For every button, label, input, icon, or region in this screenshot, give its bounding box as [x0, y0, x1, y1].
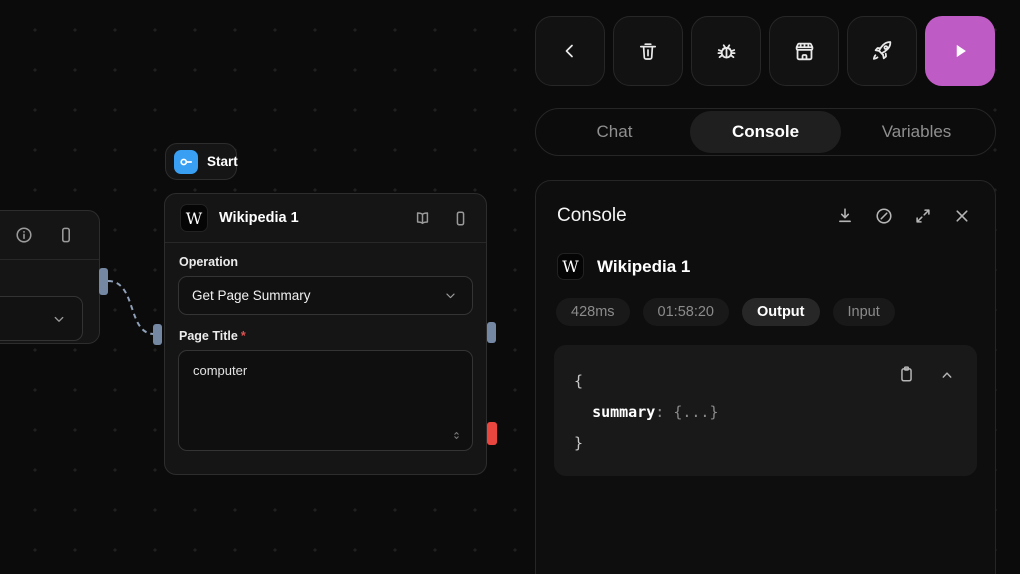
required-asterisk: *: [240, 329, 246, 343]
wikipedia-node[interactable]: W Wikipedia 1 Operation Get Page Summary…: [164, 193, 487, 475]
chevron-down-icon: [442, 287, 459, 304]
page-title-field: computer: [178, 350, 473, 451]
marketplace-button[interactable]: [769, 16, 839, 86]
close-icon[interactable]: [951, 205, 973, 227]
json-close-brace: }: [574, 434, 584, 452]
expand-icon[interactable]: [912, 205, 934, 227]
console-node-name: Wikipedia 1: [597, 256, 691, 276]
device-icon[interactable]: [55, 224, 77, 246]
tab-console[interactable]: Console: [690, 111, 841, 153]
page-title-input[interactable]: computer: [179, 351, 472, 450]
operation-select[interactable]: Get Page Summary: [178, 276, 473, 315]
duration-badge: 428ms: [556, 298, 630, 326]
timestamp-badge: 01:58:20: [642, 298, 729, 326]
console-panel: Console W Wikipedia 1 428ms 01:58:20 Out…: [535, 180, 996, 574]
copy-icon[interactable]: [896, 364, 917, 385]
chevron-down-icon: [50, 310, 68, 328]
delete-button[interactable]: [613, 16, 683, 86]
console-title: Console: [557, 205, 627, 226]
tab-variables[interactable]: Variables: [841, 111, 992, 153]
back-button[interactable]: [535, 16, 605, 86]
type-toggle-icon[interactable]: [449, 428, 464, 443]
page-title-label: Page Title *: [179, 329, 246, 343]
output-json-viewer: { summary: {...} }: [554, 345, 977, 476]
console-node-row: W Wikipedia 1: [536, 227, 995, 280]
output-handle-partial-node[interactable]: [99, 268, 108, 295]
tab-chat[interactable]: Chat: [539, 111, 690, 153]
debug-button[interactable]: [691, 16, 761, 86]
partial-node-header: [0, 211, 99, 260]
deploy-rocket-button[interactable]: [847, 16, 917, 86]
clear-icon[interactable]: [873, 205, 895, 227]
run-button[interactable]: [925, 16, 995, 86]
json-summary-row[interactable]: summary: {...}: [574, 397, 977, 428]
wikipedia-node-title: Wikipedia 1: [219, 210, 299, 226]
collapse-icon[interactable]: [937, 365, 957, 385]
partial-node[interactable]: [0, 210, 100, 344]
console-badges: 428ms 01:58:20 Output Input: [536, 280, 995, 326]
operation-select-value: Get Page Summary: [192, 288, 311, 303]
book-open-icon[interactable]: [412, 208, 433, 229]
trigger-key-icon: [174, 149, 198, 174]
input-handle-wikipedia[interactable]: [153, 324, 162, 345]
panel-tabs: Chat Console Variables: [535, 108, 996, 156]
operation-label: Operation: [179, 255, 239, 269]
wikipedia-icon: W: [557, 253, 584, 280]
download-icon[interactable]: [834, 205, 856, 227]
toolbar: [535, 16, 995, 86]
info-icon[interactable]: [13, 224, 35, 246]
wikipedia-icon: W: [180, 204, 208, 232]
output-handle-wikipedia[interactable]: [487, 322, 496, 343]
wikipedia-node-header: W Wikipedia 1: [165, 194, 486, 243]
error-handle-wikipedia[interactable]: [487, 422, 497, 445]
start-node[interactable]: Start: [165, 143, 238, 180]
device-icon[interactable]: [450, 208, 471, 229]
output-tab-badge[interactable]: Output: [741, 298, 820, 326]
input-tab-badge[interactable]: Input: [832, 298, 895, 326]
start-node-label: Start: [207, 154, 238, 169]
partial-node-select[interactable]: [0, 296, 83, 341]
